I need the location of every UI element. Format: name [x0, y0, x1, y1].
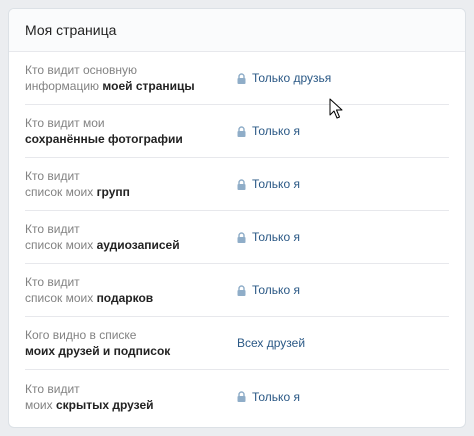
privacy-value-dropdown[interactable]: Всех друзей: [237, 336, 305, 350]
lock-icon: [237, 178, 246, 190]
lock-icon: [237, 125, 246, 137]
lock-icon: [237, 391, 246, 402]
privacy-settings-list: Кто видит основную информацию моей стран…: [9, 52, 465, 423]
privacy-value-dropdown[interactable]: Только я: [237, 177, 300, 191]
setting-row-saved-photos: Кто видит мои сохранённые фотографии Тол…: [25, 105, 449, 158]
privacy-card: Моя страница Кто видит основную информац…: [8, 8, 466, 428]
setting-label: Кто видит список моих групп: [25, 169, 130, 199]
setting-label: Кто видит моих скрытых друзей: [25, 381, 154, 412]
setting-label: Кто видит мои сохранённые фотографии: [25, 116, 183, 146]
setting-label: Кого видно в списке моих друзей и подпис…: [25, 328, 171, 358]
setting-row-groups: Кто видит список моих групп Только я: [25, 158, 449, 211]
setting-label: Кто видит список моих подарков: [25, 275, 154, 305]
privacy-value-dropdown[interactable]: Только я: [237, 124, 300, 138]
lock-icon: [237, 284, 246, 296]
privacy-value-dropdown[interactable]: Только друзья: [237, 71, 331, 85]
setting-row-audio: Кто видит список моих аудиозаписей Тольк…: [25, 211, 449, 264]
setting-row-main-info: Кто видит основную информацию моей стран…: [25, 52, 449, 105]
privacy-value-dropdown[interactable]: Только я: [237, 390, 300, 404]
lock-icon: [237, 231, 246, 243]
lock-icon: [237, 72, 246, 84]
setting-row-hidden-friends: Кто видит моих скрытых друзей Только я: [25, 370, 449, 423]
setting-row-friends-list: Кого видно в списке моих друзей и подпис…: [25, 317, 449, 370]
privacy-value-dropdown[interactable]: Только я: [237, 283, 300, 297]
setting-label: Кто видит список моих аудиозаписей: [25, 222, 180, 252]
setting-label: Кто видит основную информацию моей стран…: [25, 63, 195, 93]
page-title: Моя страница: [25, 22, 117, 38]
setting-row-gifts: Кто видит список моих подарков Только я: [25, 264, 449, 317]
privacy-value-dropdown[interactable]: Только я: [237, 230, 300, 244]
mouse-cursor-icon: [329, 98, 343, 119]
card-header: Моя страница: [9, 9, 465, 52]
